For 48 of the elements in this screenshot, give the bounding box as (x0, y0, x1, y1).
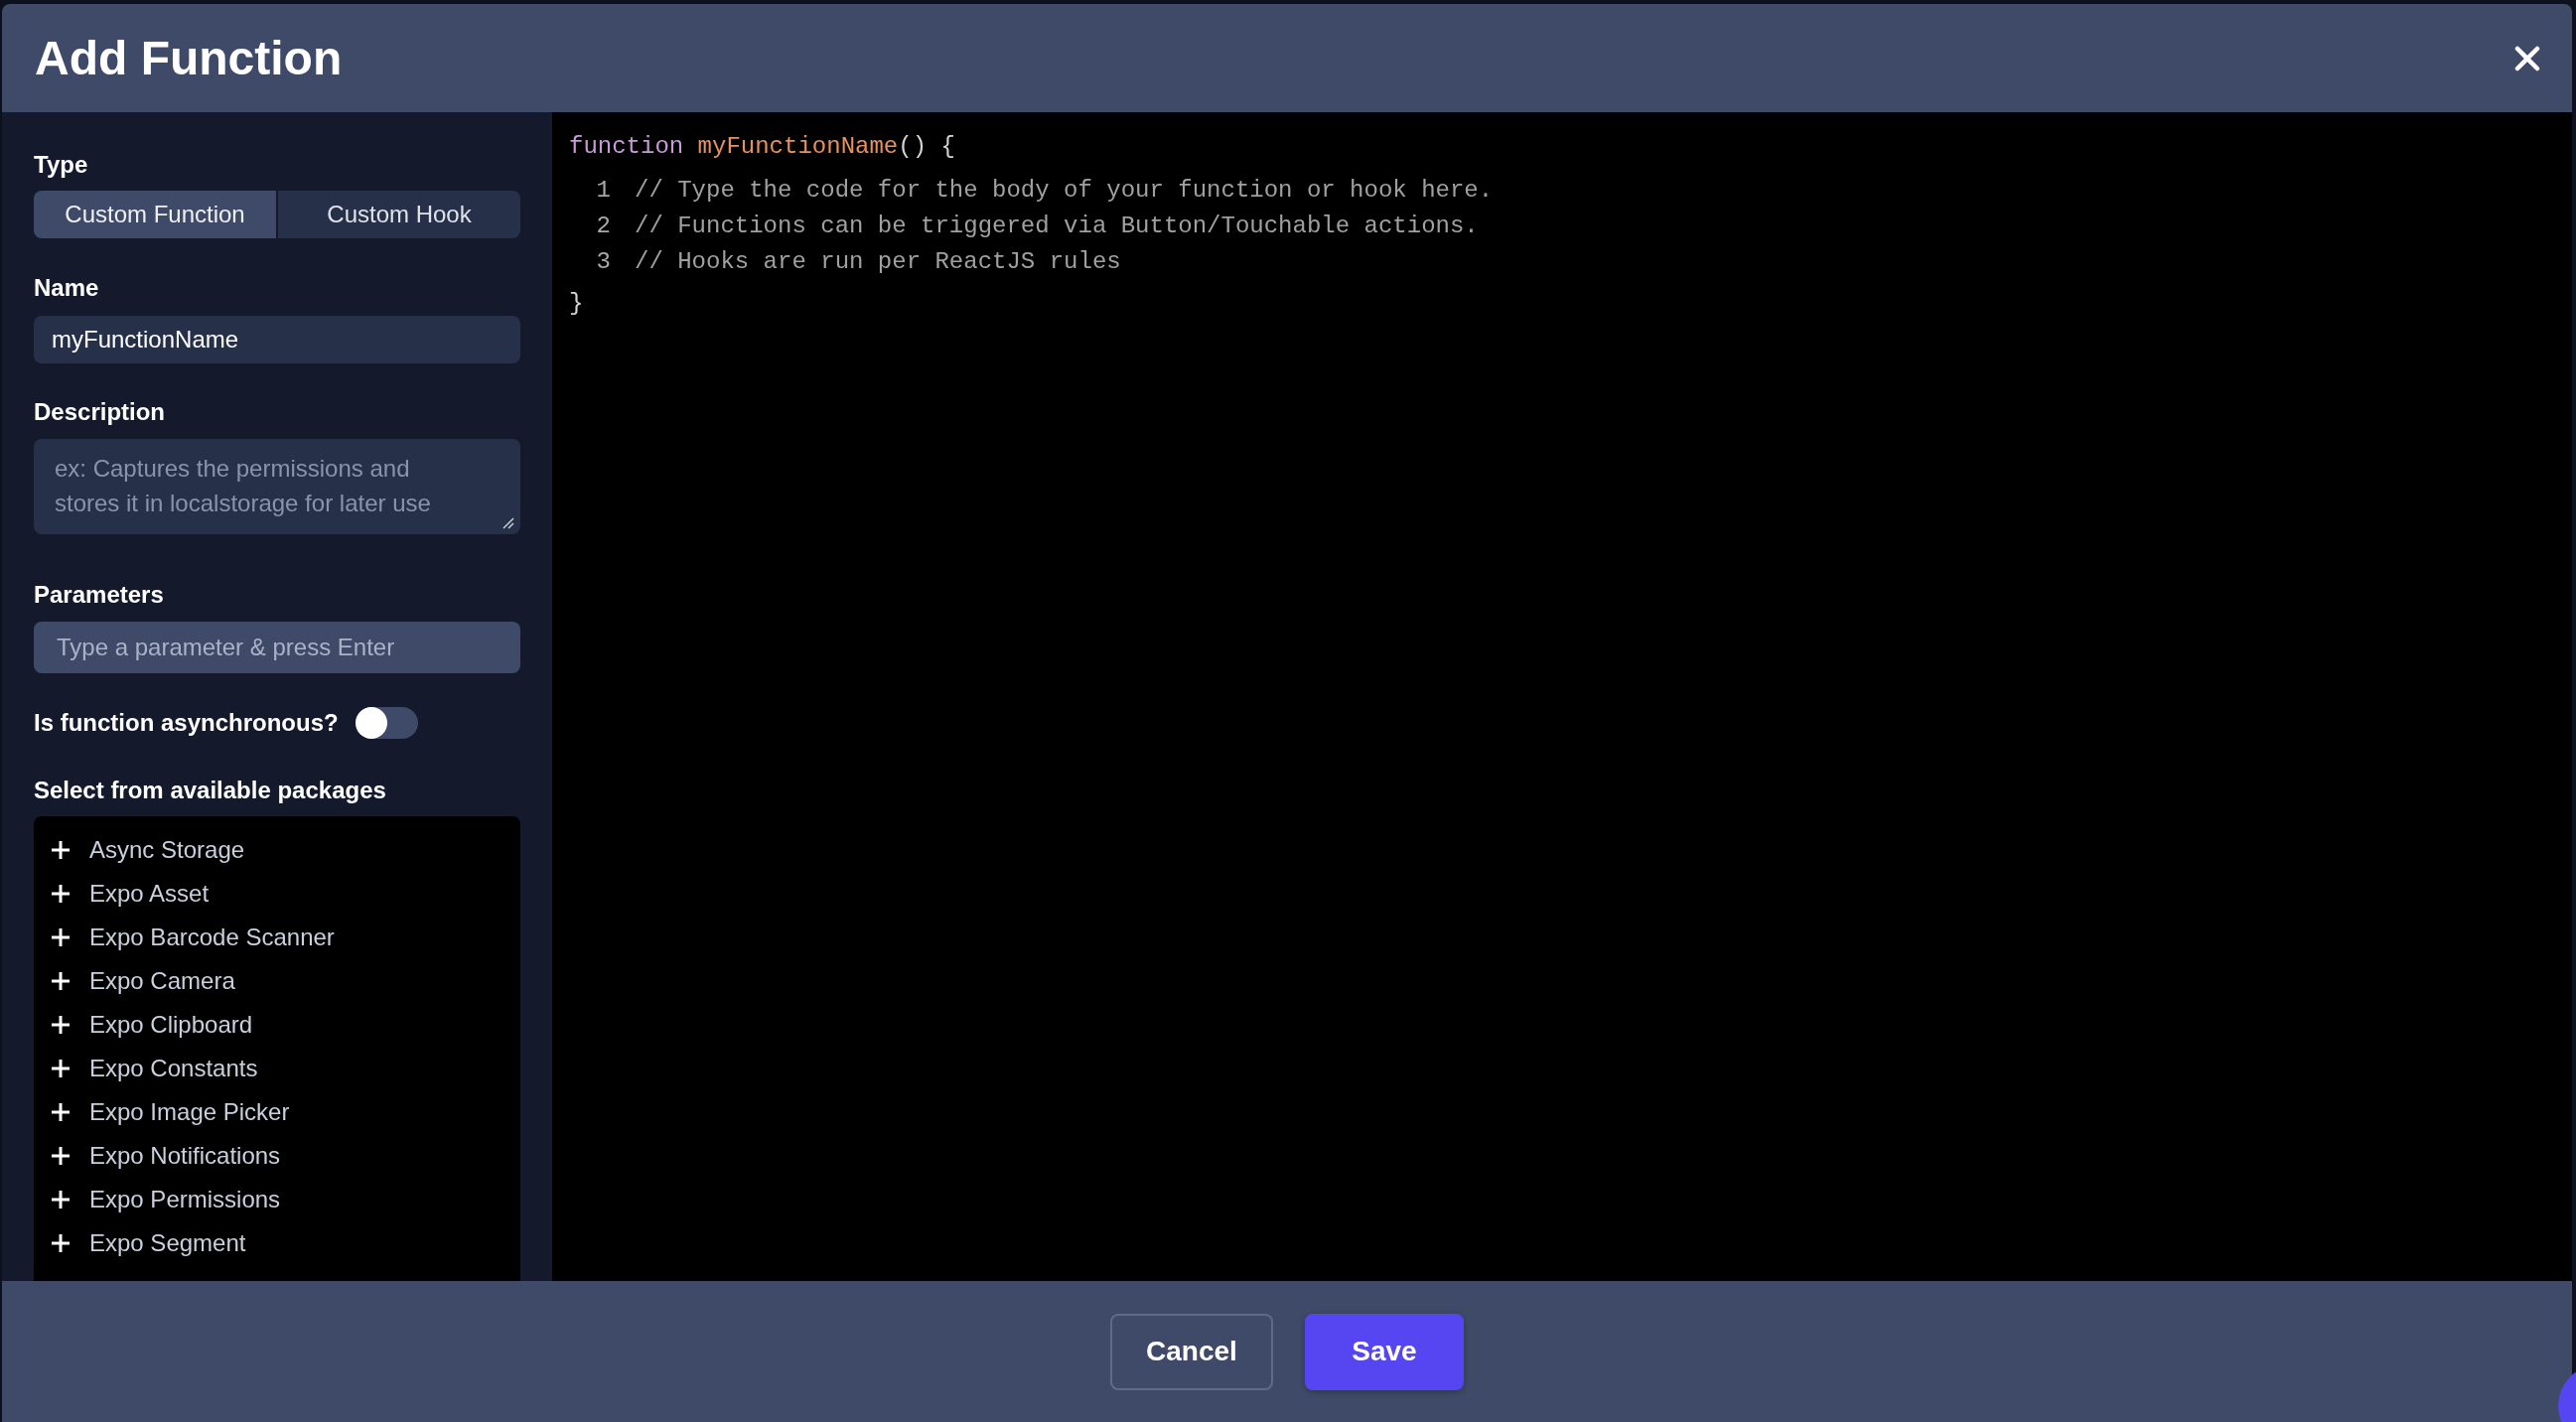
plus-icon (52, 972, 70, 990)
line-number: 3 (595, 247, 611, 277)
type-tab[interactable]: Custom Hook (278, 191, 520, 238)
code-comment: // Hooks are run per ReactJS rules (635, 247, 1121, 277)
save-button[interactable]: Save (1305, 1313, 1464, 1390)
package-item[interactable]: Expo Image Picker (52, 1090, 290, 1134)
plus-icon (52, 928, 70, 946)
toggle-label: Is function asynchronous? (34, 708, 339, 738)
package-item[interactable]: Expo Barcode Scanner (52, 916, 335, 959)
close-icon (2514, 45, 2540, 71)
dialog-title: Add Function (35, 30, 343, 86)
field-label: Select from available packages (34, 776, 387, 805)
package-item[interactable]: Async Storage (52, 828, 245, 872)
cancel-button[interactable]: Cancel (1110, 1313, 1273, 1390)
toggle-knob (355, 707, 387, 739)
field-label: Description (34, 397, 167, 427)
resize-handle-icon[interactable] (502, 517, 514, 529)
description-input[interactable]: ex: Captures the permissions and stores it in localstorage for later use (34, 439, 520, 534)
field-label: Name (34, 273, 100, 303)
package-item[interactable]: Expo Notifications (52, 1134, 281, 1178)
package-item[interactable]: Expo Asset (52, 872, 210, 916)
package-item[interactable]: Expo Clipboard (52, 1003, 253, 1047)
code-line: function myFunctionName() { (569, 132, 955, 162)
type-tab[interactable]: Custom Function (34, 191, 276, 238)
toggle-switch[interactable] (355, 707, 418, 739)
code-line: } (569, 289, 584, 319)
package-item[interactable]: Expo Segment (52, 1221, 246, 1265)
package-item[interactable]: Expo Constants (52, 1047, 258, 1090)
code-comment: // Type the code for the body of your function or hook here. (635, 176, 1494, 206)
field-label: Type (34, 150, 88, 180)
plus-icon (52, 1060, 70, 1077)
plus-icon (52, 885, 70, 903)
plus-icon (52, 1191, 70, 1209)
close-button[interactable] (2514, 45, 2540, 71)
parameter-input[interactable]: Type a parameter & press Enter (34, 622, 520, 673)
code-editor[interactable]: function myFunctionName() { 1 // Type the code for the body of your function or hook here. 2 // Functions can be triggered via Button/Touchable actions. 3 // Hooks are run per ReactJS rules } (552, 112, 2572, 1281)
package-item[interactable]: Expo Permissions (52, 1178, 281, 1221)
plus-icon (52, 1234, 70, 1252)
package-item[interactable]: Expo Camera (52, 959, 235, 1003)
plus-icon (52, 1147, 70, 1165)
line-number: 2 (595, 212, 611, 241)
plus-icon (52, 1103, 70, 1121)
line-number: 1 (595, 176, 611, 206)
field-label: Parameters (34, 580, 165, 610)
plus-icon (52, 841, 70, 859)
name-input[interactable]: myFunctionName (34, 316, 520, 363)
code-comment: // Functions can be triggered via Button/Touchable actions. (635, 212, 1479, 241)
plus-icon (52, 1016, 70, 1034)
